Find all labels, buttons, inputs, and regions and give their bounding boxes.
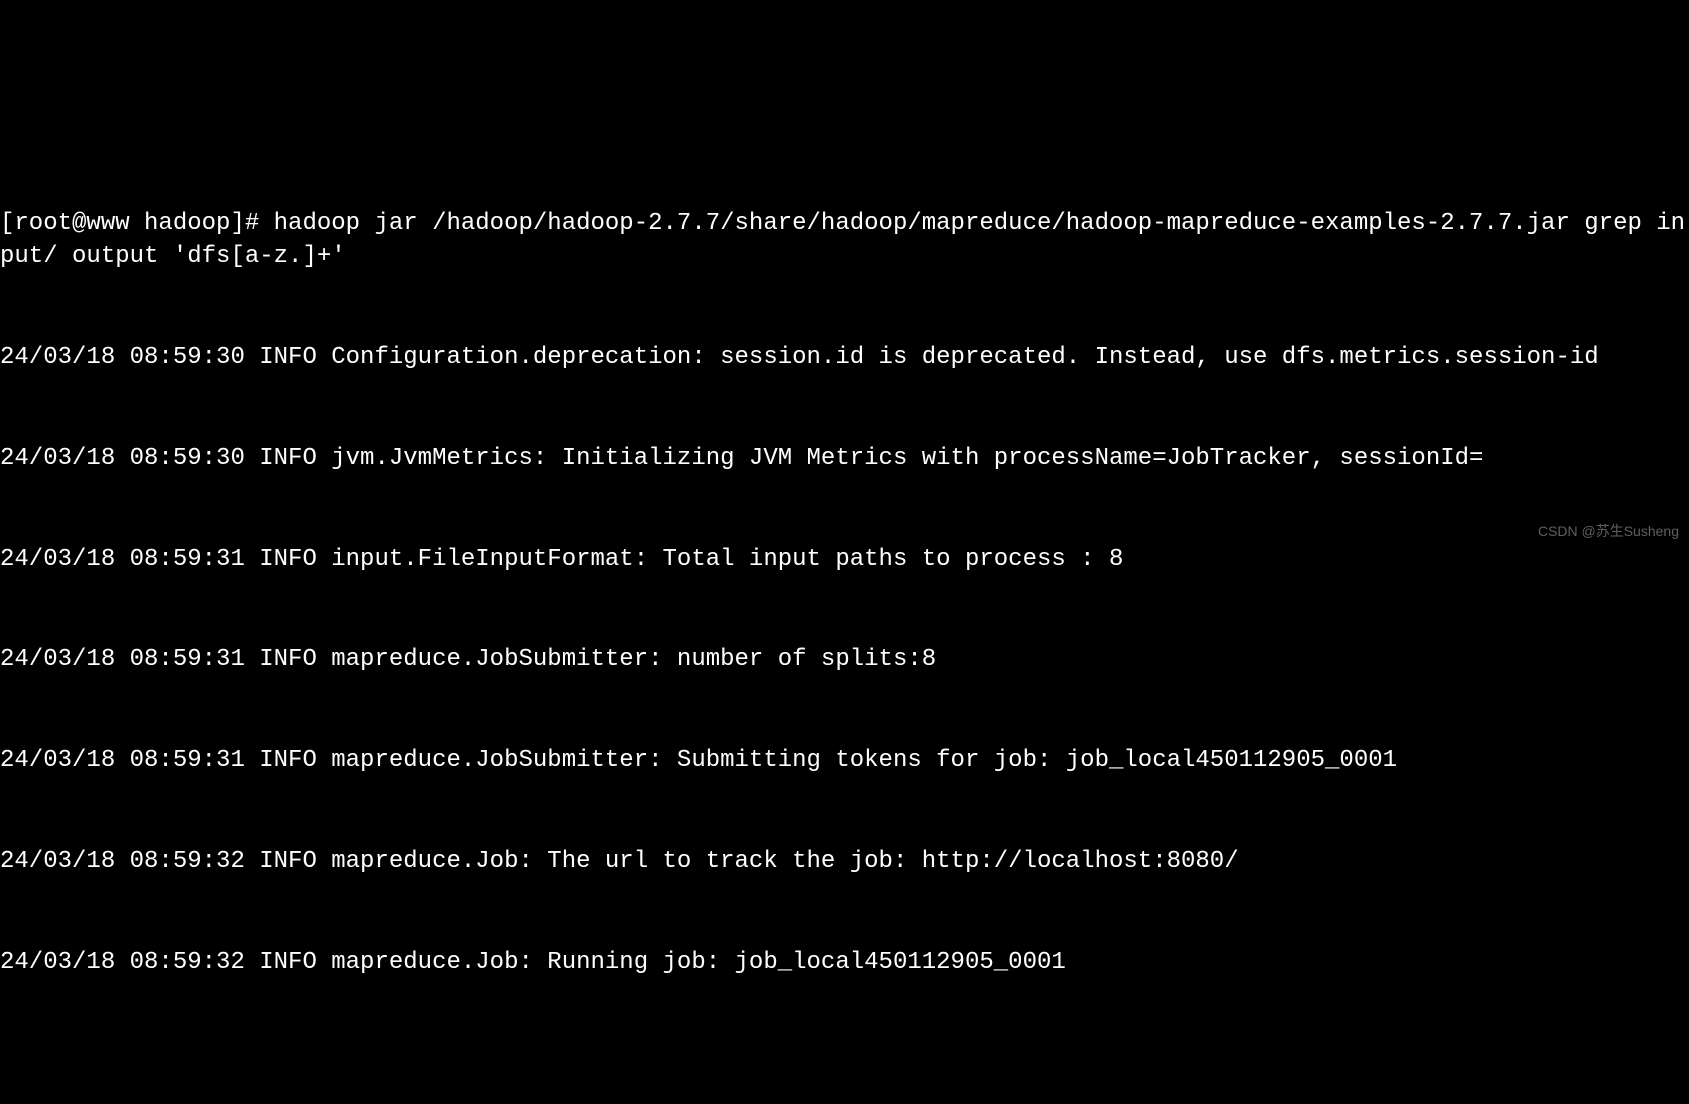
terminal-line: [root@www hadoop]# hadoop jar /hadoop/ha… <box>0 207 1689 274</box>
terminal-output: [root@www hadoop]# hadoop jar /hadoop/ha… <box>0 139 1689 1012</box>
terminal-line: 24/03/18 08:59:32 INFO mapreduce.Job: Ru… <box>0 946 1689 980</box>
terminal-line: 24/03/18 08:59:31 INFO mapreduce.JobSubm… <box>0 643 1689 677</box>
terminal-line: 24/03/18 08:59:32 INFO mapreduce.Job: Th… <box>0 845 1689 879</box>
terminal-line: 24/03/18 08:59:31 INFO mapreduce.JobSubm… <box>0 744 1689 778</box>
terminal-line: 24/03/18 08:59:31 INFO input.FileInputFo… <box>0 543 1689 577</box>
watermark-text: CSDN @苏生Susheng <box>1538 522 1679 542</box>
terminal-line: 24/03/18 08:59:30 INFO jvm.JvmMetrics: I… <box>0 442 1689 476</box>
terminal-line: 24/03/18 08:59:30 INFO Configuration.dep… <box>0 341 1689 375</box>
